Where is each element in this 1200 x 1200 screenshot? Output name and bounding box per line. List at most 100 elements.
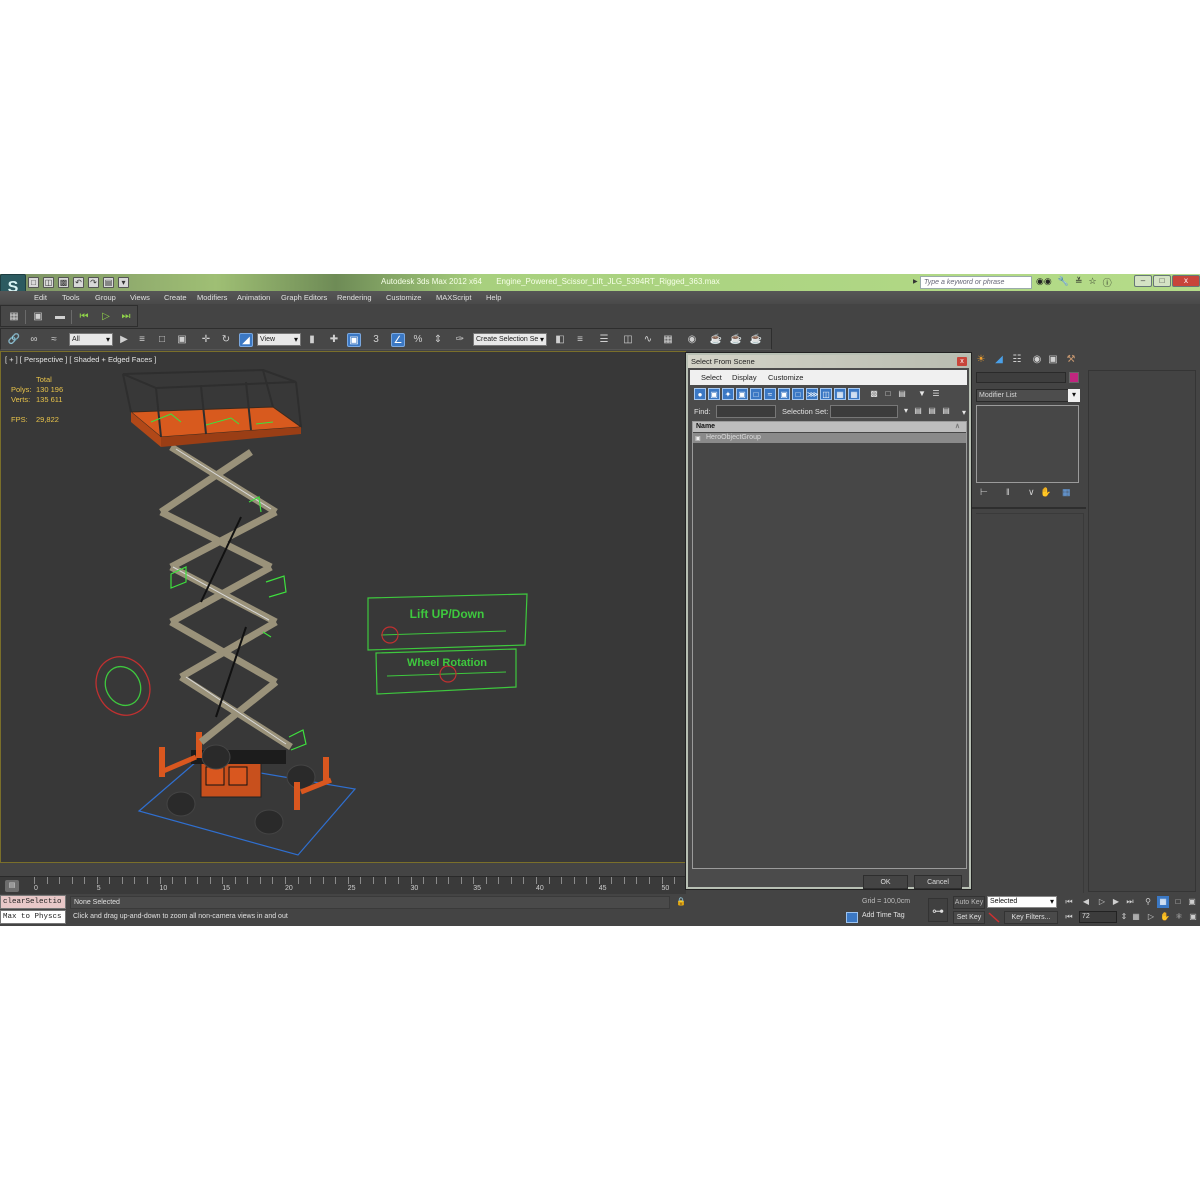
- mini-curve-editor-icon[interactable]: ▤: [5, 880, 19, 892]
- selection-set-dropdown[interactable]: [830, 405, 898, 418]
- key-mode-toggle-icon[interactable]: ⏮: [1063, 911, 1075, 923]
- satellite-icon[interactable]: ≚: [1075, 276, 1083, 289]
- display-xrefs-icon[interactable]: □: [792, 388, 804, 400]
- modify-tab-icon[interactable]: ◢: [992, 353, 1006, 367]
- menu-edit[interactable]: Edit: [34, 293, 47, 302]
- dialog-menu-display[interactable]: Display: [732, 373, 757, 382]
- ok-button[interactable]: OK: [863, 875, 908, 889]
- create-selection-set-icon[interactable]: ▤: [912, 405, 924, 417]
- display-bones-icon[interactable]: ⋙: [806, 388, 818, 400]
- snaps-toggle-icon[interactable]: 3: [369, 333, 383, 347]
- auto-key-button[interactable]: Auto Key: [953, 896, 985, 909]
- display-containers-icon[interactable]: ◫: [820, 388, 832, 400]
- menu-modifiers[interactable]: Modifiers: [197, 293, 227, 302]
- align-icon[interactable]: ≡: [573, 333, 587, 347]
- motion-tab-icon[interactable]: ◉: [1030, 353, 1044, 367]
- layer-explorer-icon[interactable]: ☰: [597, 333, 611, 347]
- current-frame-field[interactable]: 72: [1079, 911, 1117, 923]
- restore-button[interactable]: □: [1153, 275, 1171, 287]
- remove-modifier-icon[interactable]: ✋: [1040, 487, 1051, 498]
- star-icon[interactable]: ☆: [1088, 276, 1096, 289]
- select-and-move-icon[interactable]: ✛: [199, 333, 213, 347]
- quick-access-dropdown-icon[interactable]: ▾: [118, 276, 129, 288]
- graphite-toolbar-icon[interactable]: ◫: [621, 333, 635, 347]
- display-invert-icon[interactable]: ▤: [896, 388, 908, 400]
- display-frozen-icon[interactable]: ▦: [834, 388, 846, 400]
- play-physx-icon[interactable]: ▷: [99, 310, 113, 324]
- select-and-manipulate-icon[interactable]: ✚: [327, 333, 341, 347]
- lock-icon[interactable]: 🔒: [676, 897, 686, 908]
- display-all-icon[interactable]: ▩: [868, 388, 880, 400]
- time-tag-icon[interactable]: [846, 912, 858, 923]
- maxscript-listener-line1[interactable]: clearSelectio: [0, 895, 66, 909]
- project-folder-icon[interactable]: ▤: [103, 276, 114, 288]
- set-key-mode-icon[interactable]: ⊶: [928, 898, 948, 922]
- maximize-viewport-icon[interactable]: ▣: [1187, 911, 1199, 923]
- percent-snap-icon[interactable]: %: [411, 333, 425, 347]
- platform[interactable]: [122, 368, 303, 447]
- scissor-arms[interactable]: [159, 444, 293, 750]
- curve-editor-icon[interactable]: ∿: [641, 333, 655, 347]
- selection-region-icon[interactable]: □: [155, 333, 169, 347]
- menu-customize[interactable]: Customize: [386, 293, 421, 302]
- pan-view-icon[interactable]: ▷: [1145, 911, 1157, 923]
- hierarchy-tab-icon[interactable]: ☷: [1010, 353, 1024, 367]
- select-and-scale-icon[interactable]: ◢: [239, 333, 253, 347]
- dialog-close-button[interactable]: x: [957, 357, 967, 366]
- make-unique-icon[interactable]: ∨: [1028, 487, 1035, 498]
- display-helpers-icon[interactable]: □: [750, 388, 762, 400]
- named-selection-sets-dropdown[interactable]: Create Selection Se: [473, 333, 547, 346]
- new-file-icon[interactable]: □: [28, 276, 39, 288]
- menu-rendering[interactable]: Rendering: [337, 293, 372, 302]
- open-file-icon[interactable]: ◫: [43, 276, 54, 288]
- menu-graph-editors[interactable]: Graph Editors: [281, 293, 327, 302]
- frame-spinner-icon[interactable]: ⇕: [1118, 911, 1130, 923]
- filter-options-icon[interactable]: ☰: [930, 388, 942, 400]
- menu-group[interactable]: Group: [95, 293, 116, 302]
- display-space-warps-icon[interactable]: ≈: [764, 388, 776, 400]
- save-file-icon[interactable]: ▩: [58, 276, 69, 288]
- find-input[interactable]: [716, 405, 776, 418]
- use-pivot-center-icon[interactable]: ▮: [305, 333, 319, 347]
- hand-pan-icon[interactable]: ✋: [1159, 911, 1171, 923]
- control-wheel-rotation[interactable]: Wheel Rotation: [375, 648, 517, 695]
- filter-icon[interactable]: ▼: [916, 388, 928, 400]
- select-by-name-icon[interactable]: ≡: [135, 333, 149, 347]
- show-end-result-icon[interactable]: ‖: [1006, 487, 1010, 497]
- selection-set-arrow-icon[interactable]: ▾: [900, 405, 912, 417]
- rotation-control-outer-ring[interactable]: [86, 647, 160, 724]
- default-in-out-tangent-icon[interactable]: [988, 912, 1000, 923]
- key-filters-button[interactable]: Key Filters...: [1004, 911, 1058, 924]
- go-to-end-icon[interactable]: ⏭: [1124, 896, 1136, 908]
- search-expand-icon[interactable]: ▶: [913, 278, 918, 285]
- mirror-icon[interactable]: ◧: [553, 333, 567, 347]
- add-to-selection-set-icon[interactable]: ▤: [926, 405, 938, 417]
- name-column-header[interactable]: Name ∧: [693, 422, 966, 432]
- create-tab-icon[interactable]: ☀: [974, 353, 988, 367]
- timeline-ruler[interactable]: 0 5 10 15 20 25 30 35 40 45 50: [32, 877, 686, 895]
- wrench-icon[interactable]: 🔧: [1058, 276, 1069, 289]
- menu-maxscript[interactable]: MAXScript: [436, 293, 471, 302]
- play-icon[interactable]: ▷: [1096, 896, 1108, 908]
- configure-modifier-sets-icon[interactable]: ▦: [1062, 487, 1071, 498]
- select-and-rotate-icon[interactable]: ↻: [219, 333, 233, 347]
- display-cameras-icon[interactable]: ▣: [736, 388, 748, 400]
- next-frame-icon[interactable]: ▶: [1110, 896, 1122, 908]
- add-time-tag[interactable]: Add Time Tag: [862, 912, 905, 919]
- rendered-frame-window-icon[interactable]: ☕: [729, 333, 743, 347]
- modifier-stack[interactable]: [976, 405, 1079, 483]
- object-color-swatch[interactable]: [1069, 372, 1079, 383]
- select-object-icon[interactable]: ▶: [117, 333, 131, 347]
- modifier-list-arrow-icon[interactable]: ▾: [1068, 389, 1080, 402]
- step-physx-icon[interactable]: ⏭: [119, 310, 133, 324]
- pin-stack-icon[interactable]: ⊢: [980, 487, 988, 498]
- rewind-physx-icon[interactable]: ⏮: [77, 310, 91, 324]
- object-name-field[interactable]: [976, 372, 1066, 383]
- zoom-extents-all-icon[interactable]: ▦: [1157, 896, 1169, 908]
- edit-named-selection-icon[interactable]: ✑: [453, 333, 467, 347]
- dialog-menu-customize[interactable]: Customize: [768, 373, 803, 382]
- display-groups-icon[interactable]: ▣: [778, 388, 790, 400]
- toolbar-overflow-icon[interactable]: ▾: [958, 407, 970, 419]
- display-lights-icon[interactable]: ✦: [722, 388, 734, 400]
- layer-manager-icon[interactable]: ▦: [7, 310, 21, 324]
